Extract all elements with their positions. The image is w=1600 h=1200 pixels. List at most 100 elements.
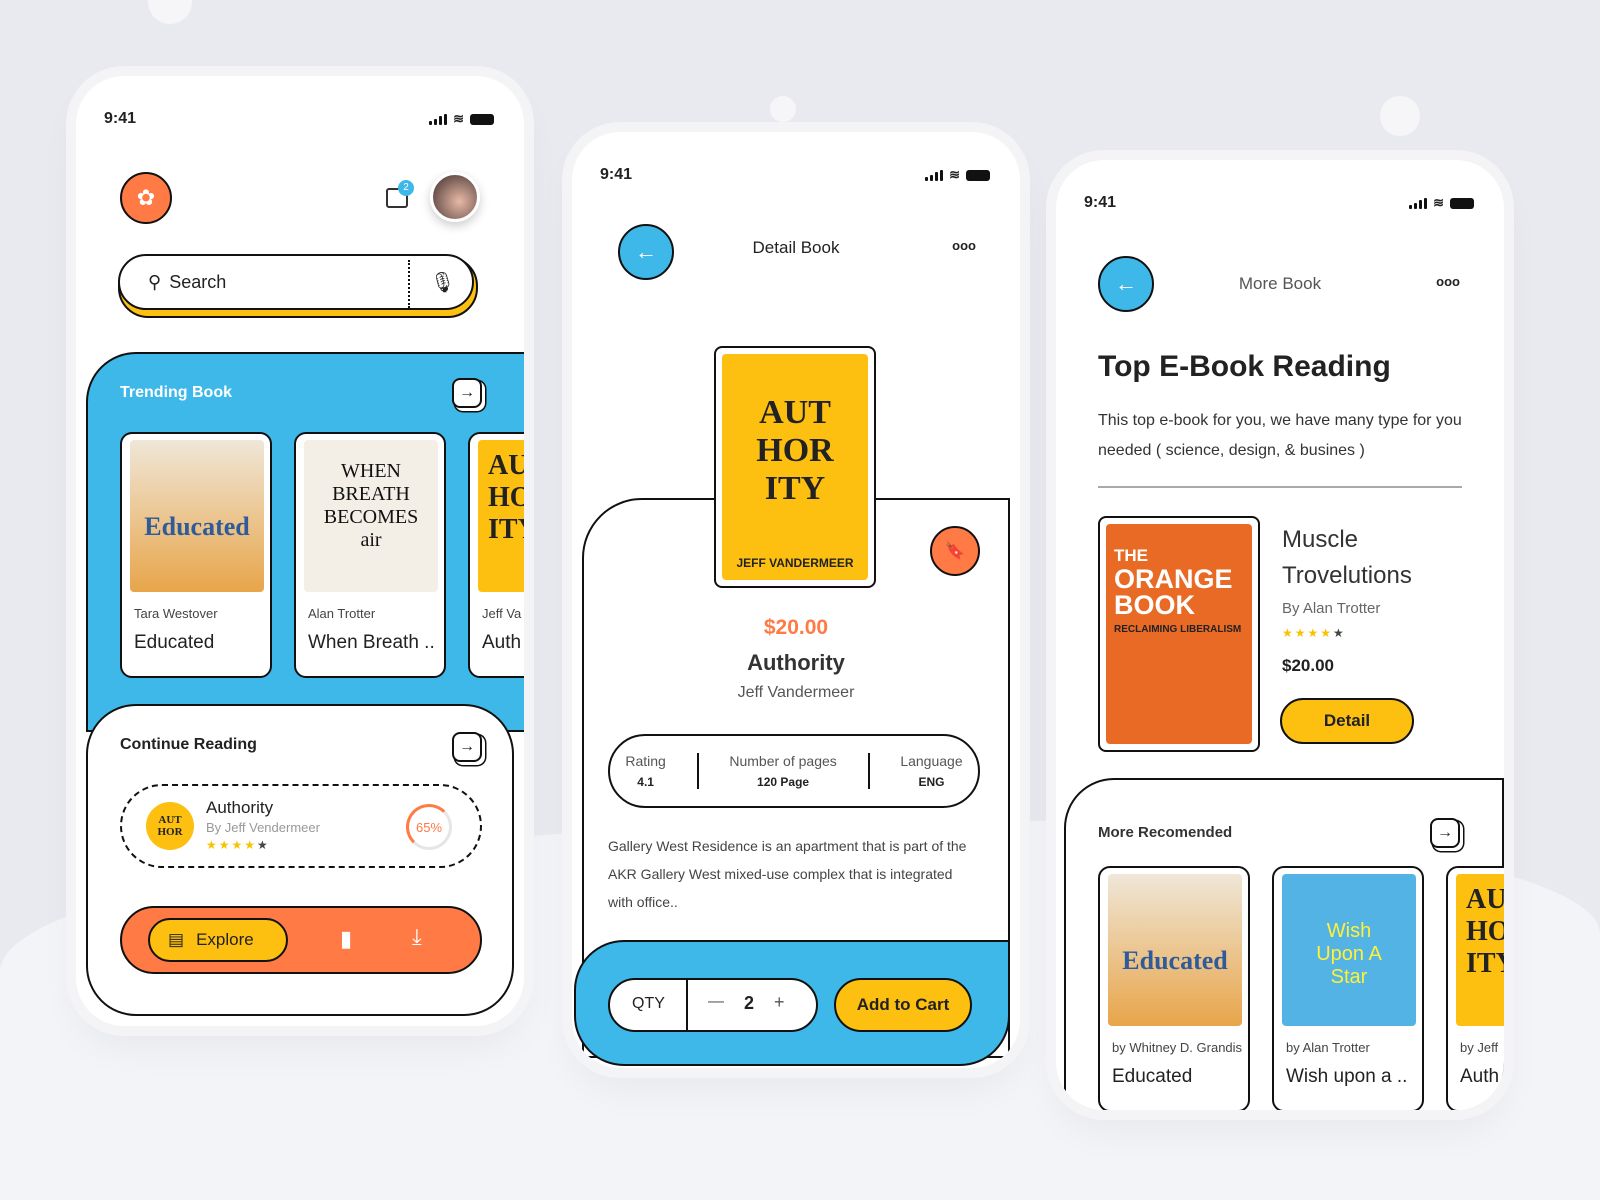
book-author: Jeff Va: [482, 606, 522, 621]
book-cover: AUT HOR ITY: [478, 440, 524, 592]
decor-dot: [148, 0, 192, 24]
book-title: Authority: [206, 798, 274, 817]
battery-icon: [470, 113, 494, 125]
price: $20.00: [763, 616, 829, 639]
microphone-icon[interactable]: 🎙: [430, 270, 455, 295]
wifi-icon: ≋: [949, 167, 960, 182]
book-icon[interactable]: ▮: [340, 926, 352, 952]
book-card[interactable]: Educated Tara Westover Educated: [120, 432, 272, 678]
book-cover: AUT HOR ITY: [1456, 874, 1504, 1026]
decor-dot: [770, 96, 796, 122]
book-cover: THE ORANGE BOOK RECLAIMING LIBERALISM: [1106, 524, 1252, 744]
notification-badge: 2: [398, 180, 414, 196]
time: 9:41: [1084, 194, 1117, 211]
rating-stars: ★★★★★: [206, 838, 270, 852]
status-bar: 9:41 ≋: [104, 110, 494, 128]
status-bar: 9:41 ≋: [600, 166, 990, 184]
book-author: By Jeff Vendermeer: [206, 820, 320, 835]
stat-label: Language: [900, 753, 963, 769]
stat-value: 120 Page: [757, 775, 810, 789]
decrement-button[interactable]: —: [708, 993, 724, 1011]
book-title: Authority: [747, 650, 845, 675]
book-description: Gallery West Residence is an apartment t…: [608, 838, 967, 910]
book-card[interactable]: WHEN BREATH BECOMES air Alan Trotter When …: [294, 432, 446, 678]
download-icon[interactable]: ⤓: [412, 924, 422, 950]
see-all-button[interactable]: →: [452, 378, 482, 408]
detail-button[interactable]: Detail: [1280, 698, 1414, 744]
phone-more: 9:41 ≋ ← More Book ooo Top E-Book Reading…: [1056, 160, 1504, 1110]
menu-button[interactable]: ✿: [120, 172, 172, 224]
book-card[interactable]: Educated by Whitney D. Grandis Educated: [1098, 866, 1250, 1110]
nav-explore[interactable]: ▤ Explore: [148, 918, 288, 962]
section-title: Continue Reading: [120, 736, 257, 753]
wifi-icon: ≋: [1433, 195, 1444, 210]
book-card[interactable]: AUT HOR ITY Jeff Va Auth: [468, 432, 524, 678]
reading-item[interactable]: AUT HOR Authority By Jeff Vendermeer ★★★…: [120, 784, 482, 868]
featured-cover-frame[interactable]: THE ORANGE BOOK RECLAIMING LIBERALISM: [1098, 516, 1260, 752]
book-author: by Whitney D. Grandis: [1112, 1040, 1243, 1055]
section-title: More Recomended: [1098, 824, 1233, 841]
book-cover-frame: AUT HOR ITY JEFF VANDERMEER: [714, 346, 876, 588]
book-cover: Educated: [1108, 874, 1242, 1026]
bottom-nav: ▤ Explore ▮ ⤓: [120, 906, 482, 974]
stat-value: 4.1: [637, 775, 654, 789]
book-author: by Alan Trotter: [1286, 1040, 1370, 1055]
bookmark-button[interactable]: 🔖: [930, 526, 980, 576]
book-cover: Wish Upon A Star: [1282, 874, 1416, 1026]
stats-bar: Rating 4.1 Number of pages 120 Page Langua…: [608, 734, 980, 808]
search-input[interactable]: ⚲ Search 🎙: [118, 254, 474, 310]
stat-language: Language ENG: [900, 753, 962, 789]
quantity-value[interactable]: 2: [744, 993, 754, 1014]
page-subtitle: This top e-book for you, we have many ty…: [1098, 412, 1462, 459]
cover-title: AUT HOR ITY: [756, 394, 834, 507]
signal-icon: [429, 113, 448, 125]
book-title: Auth: [1460, 1066, 1500, 1087]
time: 9:41: [104, 110, 137, 127]
grid-icon: ✿: [136, 185, 156, 210]
book-card[interactable]: Wish Upon A Star by Alan Trotter Wish upon…: [1272, 866, 1424, 1110]
section-title: Trending Book: [120, 384, 232, 401]
cover-title: ORANGE BOOK: [1114, 564, 1233, 620]
stat-label: Number of pages: [729, 753, 837, 769]
price: $20.00: [1282, 656, 1334, 675]
bookmark-icon: 🔖: [945, 543, 965, 560]
book-title: Auth: [482, 632, 522, 653]
book-title: When Breath ..: [308, 632, 435, 653]
book-card[interactable]: AUT HOR ITY by Jeff Auth: [1446, 866, 1504, 1110]
more-options-button[interactable]: ooo: [1436, 274, 1460, 289]
recommended-section: More Recomended → Educated by Whitney D. …: [1064, 778, 1504, 1110]
book-title: Educated: [1112, 1066, 1193, 1087]
battery-icon: [1450, 197, 1474, 209]
stat-value: ENG: [918, 775, 945, 789]
see-all-button[interactable]: →: [1430, 818, 1460, 848]
continue-section: Continue Reading → AUT HOR Authority By …: [86, 704, 514, 1016]
more-options-button[interactable]: ooo: [952, 238, 976, 253]
cart-bar: QTY — 2 + Add to Cart: [574, 940, 1010, 1066]
signal-icon: [925, 169, 944, 181]
signal-icon: [1409, 197, 1428, 209]
cover-author: JEFF VANDERMEER: [736, 556, 854, 570]
book-title: Educated: [134, 632, 215, 653]
phone-detail: 9:41 ≋ ← Detail Book ooo AUT HOR ITY JEFF …: [572, 132, 1020, 1068]
book-thumbnail: AUT HOR: [146, 802, 194, 850]
cover-subtitle: RECLAIMING LIBERALISM: [1114, 624, 1242, 635]
decor-dot: [1380, 96, 1420, 136]
search-icon: ⚲: [148, 271, 162, 292]
status-bar: 9:41 ≋: [1084, 194, 1474, 212]
time: 9:41: [600, 166, 633, 183]
progress-ring: 65%: [406, 804, 452, 850]
see-all-button[interactable]: →: [452, 732, 482, 762]
explore-icon: ▤: [168, 930, 185, 949]
increment-button[interactable]: +: [774, 992, 785, 1013]
avatar[interactable]: [430, 172, 480, 222]
search-placeholder: Search: [169, 271, 227, 292]
cover-the: THE: [1114, 546, 1148, 565]
divider: [408, 260, 410, 308]
divider: [696, 753, 699, 789]
book-author: Jeff Vandermeer: [737, 684, 855, 701]
book-author: Alan Trotter: [308, 606, 376, 621]
book-author: Tara Westover: [134, 606, 218, 621]
add-to-cart-button[interactable]: Add to Cart: [834, 978, 972, 1032]
quantity-stepper: QTY — 2 +: [608, 978, 818, 1032]
book-cover: AUT HOR ITY JEFF VANDERMEER: [722, 354, 868, 580]
